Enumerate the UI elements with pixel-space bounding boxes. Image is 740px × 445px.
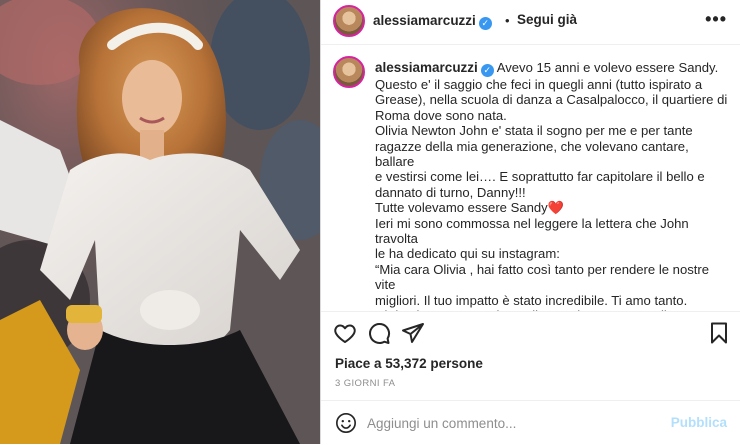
caption-text: alessiamarcuzzi ✓ Avevo 15 anni e volevo …: [375, 60, 731, 311]
post-header: alessiamarcuzzi ✓ • Segui già •••: [321, 0, 740, 45]
caption-body: Avevo 15 anni e volevo essere Sandy. Que…: [375, 60, 728, 216]
smiley-icon[interactable]: [335, 412, 357, 434]
author-username[interactable]: alessiamarcuzzi ✓: [373, 13, 492, 30]
red-heart-emoji: ❤️: [547, 200, 565, 216]
publish-button[interactable]: Pubblica: [671, 415, 727, 430]
caption-body-continued: Ieri mi sono commossa nel leggere la let…: [375, 215, 710, 311]
post-actions: Piace a 53,372 persone 3 GIORNI FA: [321, 311, 740, 412]
caption-author-avatar[interactable]: [333, 56, 365, 88]
verified-badge-icon: ✓: [478, 17, 492, 30]
following-button[interactable]: Segui già: [517, 12, 577, 27]
comment-input[interactable]: [367, 413, 667, 433]
heart-outline-icon[interactable]: [333, 321, 357, 345]
instagram-post: alessiamarcuzzi ✓ • Segui già ••• alessia…: [0, 0, 740, 444]
verified-badge-icon: ✓: [480, 64, 494, 77]
post-details-panel: alessiamarcuzzi ✓ • Segui già ••• alessia…: [320, 0, 740, 444]
author-avatar[interactable]: [333, 5, 365, 37]
header-separator: •: [505, 13, 510, 28]
paper-plane-icon[interactable]: [401, 321, 425, 345]
speech-bubble-icon[interactable]: [367, 321, 391, 345]
post-photo-illustration: [0, 0, 320, 444]
post-caption: alessiamarcuzzi ✓ Avevo 15 anni e volevo …: [321, 45, 740, 311]
more-options-icon[interactable]: •••: [705, 9, 727, 30]
comment-bar: Pubblica: [321, 400, 740, 445]
bookmark-icon[interactable]: [707, 321, 731, 345]
likes-count[interactable]: Piace a 53,372 persone: [335, 356, 483, 371]
caption-author-username[interactable]: alessiamarcuzzi ✓: [375, 60, 494, 77]
post-timestamp[interactable]: 3 GIORNI FA: [335, 378, 395, 389]
post-photo[interactable]: [0, 0, 320, 444]
